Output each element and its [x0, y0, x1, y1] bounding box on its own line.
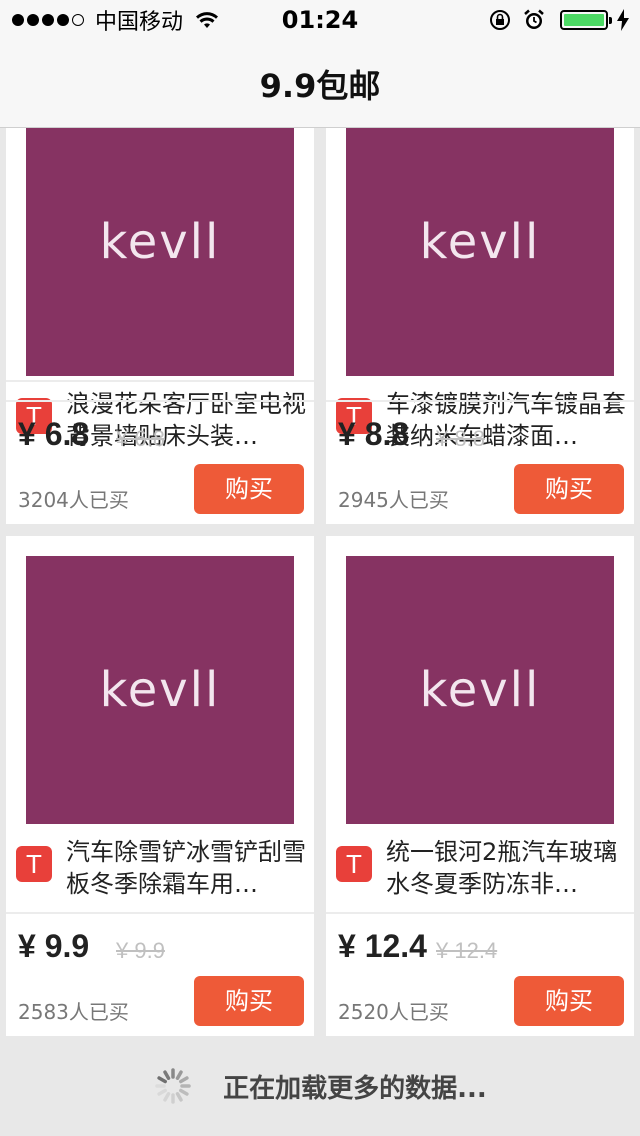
product-title[interactable]: 汽车除雪铲冰雪铲刮雪板冬季除霜车用… — [66, 836, 306, 900]
product-image[interactable]: kevll — [26, 128, 294, 376]
sold-count: 2945人已买 — [338, 488, 449, 512]
brand-logo: kevll — [419, 214, 541, 270]
sold-count: 2583人已买 — [18, 1000, 129, 1024]
product-grid[interactable]: kevll T 浪漫花朵客厅卧室电视背景墙贴床头装… ¥ 6.8 ¥ 6.8 3… — [0, 128, 640, 1036]
battery-icon — [560, 10, 612, 30]
product-image[interactable]: kevll — [346, 556, 614, 824]
loading-spinner-icon — [155, 1068, 191, 1104]
buy-button[interactable]: 购买 — [194, 976, 304, 1026]
card-divider — [6, 912, 314, 914]
sold-count: 3204人已买 — [18, 488, 129, 512]
buy-button[interactable]: 购买 — [514, 976, 624, 1026]
card-divider — [326, 912, 634, 914]
product-title-row[interactable]: T 汽车除雪铲冰雪铲刮雪板冬季除霜车用… — [6, 836, 314, 916]
tmall-badge-icon: T — [16, 846, 52, 882]
card-divider — [326, 400, 634, 402]
brand-logo: kevll — [419, 662, 541, 718]
product-title[interactable]: 统一银河2瓶汽车玻璃水冬夏季防冻非… — [386, 836, 626, 900]
product-card[interactable]: kevll T 浪漫花朵客厅卧室电视背景墙贴床头装… ¥ 6.8 ¥ 6.8 3… — [6, 128, 314, 524]
buy-button[interactable]: 购买 — [194, 464, 304, 514]
brand-logo: kevll — [99, 214, 221, 270]
product-image[interactable]: kevll — [346, 128, 614, 376]
original-price: ¥ 9.9 — [116, 938, 165, 963]
sold-count: 2520人已买 — [338, 1000, 449, 1024]
status-bar: 中国移动 01:24 — [0, 0, 640, 40]
original-price: ¥ 6.8 — [116, 426, 165, 451]
product-price: ¥ 8.8 — [338, 416, 410, 452]
card-divider — [6, 400, 314, 402]
product-title[interactable]: 车漆镀膜剂汽车镀晶套装纳米车蜡漆面… — [386, 388, 626, 452]
original-price: ¥ 12.4 — [436, 938, 498, 963]
product-card[interactable]: kevll T 汽车除雪铲冰雪铲刮雪板冬季除霜车用… ¥ 9.9 ¥ 9.9 2… — [6, 536, 314, 1036]
charging-bolt-icon — [617, 9, 629, 31]
status-right — [478, 6, 630, 34]
product-price: ¥ 9.9 — [18, 928, 90, 964]
loading-text: 正在加载更多的数据... — [223, 1073, 487, 1104]
product-card[interactable]: kevll T 车漆镀膜剂汽车镀晶套装纳米车蜡漆面… ¥ 8.8 ¥ 8.8 2… — [326, 128, 634, 524]
brand-logo: kevll — [99, 662, 221, 718]
load-more-indicator: 正在加载更多的数据... — [0, 1036, 640, 1136]
battery-fill — [564, 14, 604, 26]
product-price: ¥ 6.8 — [18, 416, 90, 452]
product-card[interactable]: kevll T 统一银河2瓶汽车玻璃水冬夏季防冻非… ¥ 12.4 ¥ 12.4… — [326, 536, 634, 1036]
navigation-bar: 9.9包邮 — [0, 40, 640, 128]
buy-button[interactable]: 购买 — [514, 464, 624, 514]
page-title: 9.9包邮 — [259, 66, 381, 105]
product-title[interactable]: 浪漫花朵客厅卧室电视背景墙贴床头装… — [66, 388, 306, 452]
rotation-lock-icon — [490, 10, 510, 30]
product-price: ¥ 12.4 — [338, 928, 427, 964]
card-divider — [6, 380, 314, 382]
product-title-row[interactable]: T 统一银河2瓶汽车玻璃水冬夏季防冻非… — [326, 836, 634, 916]
product-image[interactable]: kevll — [26, 556, 294, 824]
original-price: ¥ 8.8 — [436, 426, 485, 451]
alarm-icon — [524, 9, 544, 29]
tmall-badge-icon: T — [336, 846, 372, 882]
